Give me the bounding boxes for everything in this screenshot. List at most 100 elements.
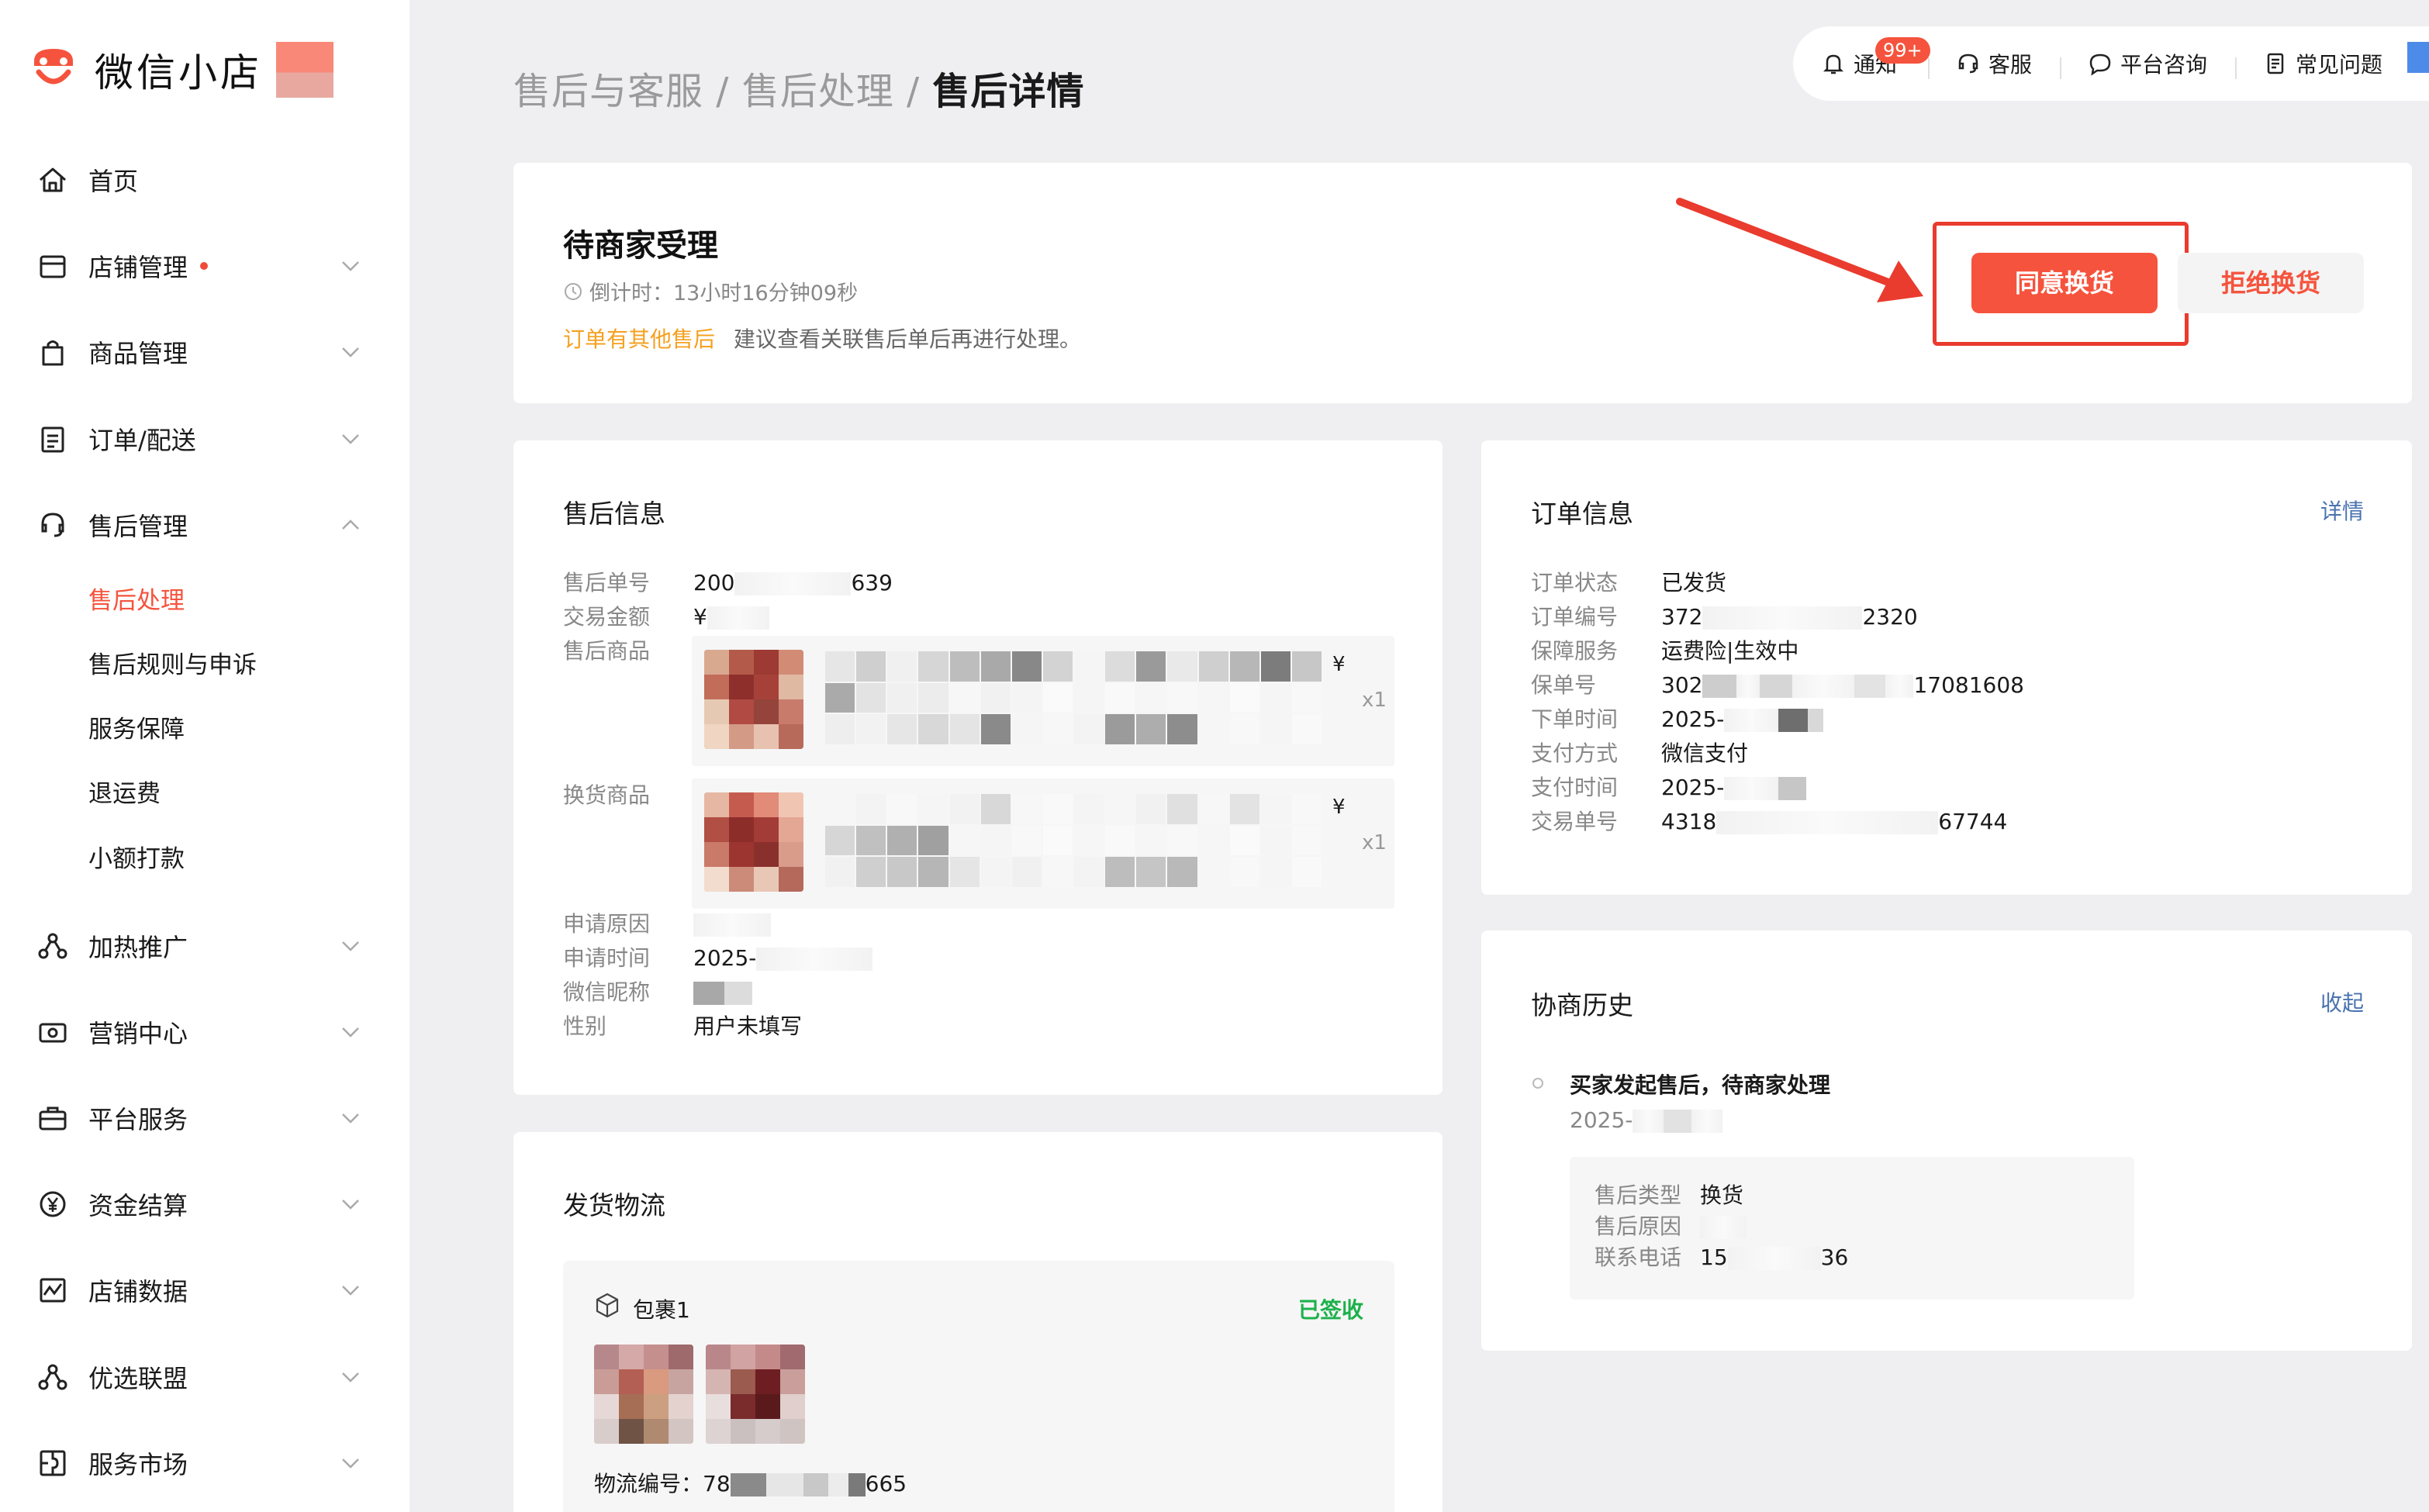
related-aftersale-notice: 订单有其他售后 建议查看关联售后单后再进行处理。 [563, 323, 1081, 354]
chevron-down-icon [342, 1200, 359, 1210]
package-goods-thumbnail[interactable] [706, 1345, 805, 1444]
app-logo[interactable]: 微信小店 [28, 39, 333, 101]
goods-price: ¥ [1332, 653, 1346, 676]
aftersale-info-card: 售后信息 售后单号 200 639 交易金额 ¥ 售后商品 ¥ x1 换货商品 [513, 440, 1443, 1095]
redacted-block [1727, 1247, 1821, 1270]
sidebar-item-marketing[interactable]: 营销中心 [36, 1009, 361, 1055]
redacted-block [707, 606, 769, 630]
redacted-block [1664, 1110, 1692, 1133]
aftersale-info-title: 售后信息 [563, 499, 665, 529]
sidebar-item-label: 订单/配送 [88, 426, 196, 455]
notice-hint: 建议查看关联售后单后再进行处理。 [734, 326, 1082, 352]
payment-method-row: 支付方式 微信支付 [1531, 738, 1748, 769]
row-label: 售后类型 [1595, 1182, 1682, 1208]
consult-label: 平台咨询 [2120, 52, 2208, 78]
status-title: 待商家受理 [563, 228, 718, 264]
redacted-block [1778, 777, 1807, 800]
goods-thumbnail [704, 792, 803, 892]
row-label: 支付方式 [1531, 740, 1619, 766]
sidebar-sub-refund-shipping[interactable]: 退运费 [88, 775, 161, 813]
chart-icon [36, 1273, 70, 1307]
redacted-block [756, 948, 873, 971]
sidebar-sub-aftersale-process[interactable]: 售后处理 [88, 582, 185, 620]
sidebar-item-data[interactable]: 店铺数据 [36, 1267, 361, 1314]
coupon-icon [36, 1015, 70, 1049]
sidebar-sub-guarantee[interactable]: 服务保障 [88, 710, 185, 749]
sidebar-item-label: 店铺管理 [88, 253, 188, 282]
policy-no-row: 保单号 302 17081608 [1531, 670, 2024, 701]
sidebar-item-label: 营销中心 [88, 1019, 188, 1048]
exchange-qty: x1 [1362, 831, 1387, 854]
history-detail-box: 售后类型 换货 售后原因 联系电话 15 36 [1570, 1157, 2134, 1300]
breadcrumb-link-aftersale-process[interactable]: 售后处理 [742, 70, 894, 113]
sidebar-item-label: 售后管理 [88, 512, 188, 541]
redacted-block [1633, 1110, 1664, 1133]
chevron-down-icon [342, 1027, 359, 1037]
aftersale-goods-item[interactable]: ¥ x1 [692, 636, 1394, 766]
order-no-row: 订单编号 372 2320 [1531, 602, 1918, 633]
order-status: 已发货 [1661, 570, 1727, 595]
countdown: 倒计时：13小时16分钟09秒 [563, 276, 858, 306]
sidebar-sub-rules[interactable]: 售后规则与申诉 [88, 646, 257, 685]
sidebar-item-label: 资金结算 [88, 1191, 188, 1220]
package-label: 包裹1 [633, 1297, 690, 1323]
redacted-block [828, 1473, 848, 1496]
trade-no-row: 交易单号 4318 67744 [1531, 806, 2007, 837]
exchange-goods-label-row: 换货商品 [563, 780, 693, 811]
package-status: 已签收 [1297, 1297, 1363, 1323]
row-label: 售后原因 [1595, 1213, 1682, 1239]
breadcrumb-link-aftersale-service[interactable]: 售后与客服 [513, 70, 703, 113]
row-label: 交易金额 [563, 604, 651, 630]
notify-badge: 99+ [1875, 37, 1930, 64]
toolbar-divider [1928, 57, 1930, 79]
sidebar: 微信小店 首页 店铺管理 商品管理 订单/配送 售后管理 售后处理 售后规则与申… [0, 0, 409, 1512]
briefcase-icon [36, 1101, 70, 1135]
side-float-tab[interactable] [2407, 42, 2429, 73]
sidebar-sub-small-payment[interactable]: 小额打款 [88, 840, 185, 879]
countdown-text: 倒计时：13小时16分钟09秒 [589, 281, 859, 306]
sidebar-item-label: 首页 [88, 167, 139, 196]
wechat-nickname-row: 微信昵称 [563, 977, 752, 1008]
redacted-block [1702, 606, 1863, 630]
sidebar-item-platform[interactable]: 平台服务 [36, 1095, 361, 1141]
row-label: 申请时间 [563, 945, 651, 971]
chevron-down-icon [342, 1458, 359, 1469]
row-label: 申请原因 [563, 911, 651, 937]
chevron-down-icon [342, 261, 359, 271]
faq-button[interactable]: 常见问题 [2263, 48, 2382, 79]
sidebar-item-goods[interactable]: 商品管理 [36, 329, 361, 375]
sidebar-item-aftersale[interactable]: 售后管理 [36, 502, 361, 548]
sidebar-item-promote[interactable]: 加热推广 [36, 923, 361, 969]
redacted-block [1716, 811, 1939, 834]
sidebar-item-settlement[interactable]: 资金结算 [36, 1181, 361, 1227]
timeline-dot [1532, 1078, 1543, 1089]
chevron-down-icon [342, 347, 359, 357]
notify-button[interactable]: 通知 99+ [1821, 37, 1930, 79]
sidebar-item-label: 商品管理 [88, 339, 188, 368]
package-goods-thumbnail[interactable] [594, 1345, 693, 1444]
trade-amount: ¥ [693, 604, 707, 630]
agree-exchange-button[interactable]: 同意换货 [1971, 253, 2158, 313]
sidebar-item-market[interactable]: 服务市场 [36, 1440, 361, 1486]
sidebar-item-store[interactable]: 店铺管理 [36, 243, 361, 289]
history-collapse-link[interactable]: 收起 [2320, 986, 2364, 1017]
platform-consult-button[interactable]: 平台咨询 [2088, 48, 2207, 79]
aftersale-order-no: 200 [693, 570, 735, 595]
chevron-down-icon [342, 1113, 359, 1124]
sidebar-item-orders[interactable]: 订单/配送 [36, 416, 361, 462]
sidebar-item-alliance[interactable]: 优选联盟 [36, 1354, 361, 1400]
sidebar-item-home[interactable]: 首页 [36, 157, 361, 203]
payment-time: 2025- [1661, 775, 1725, 800]
customer-service-button[interactable]: 客服 [1956, 48, 2032, 79]
bag-icon [36, 335, 70, 369]
payment-method: 微信支付 [1661, 740, 1749, 766]
order-detail-link[interactable]: 详情 [2320, 495, 2364, 526]
goods-name-redacted [825, 651, 1322, 744]
related-aftersale-link[interactable]: 订单有其他售后 [563, 326, 715, 352]
reject-exchange-button[interactable]: 拒绝换货 [2178, 253, 2364, 313]
redacted-block [1736, 675, 1760, 698]
gender-row: 性别 用户未填写 [563, 1011, 802, 1042]
exchange-goods-item[interactable]: ¥ x1 [692, 778, 1394, 909]
aftersale-order-no-row: 售后单号 200 639 [563, 568, 893, 599]
tracking-no: 物流编号：78 [594, 1471, 731, 1496]
